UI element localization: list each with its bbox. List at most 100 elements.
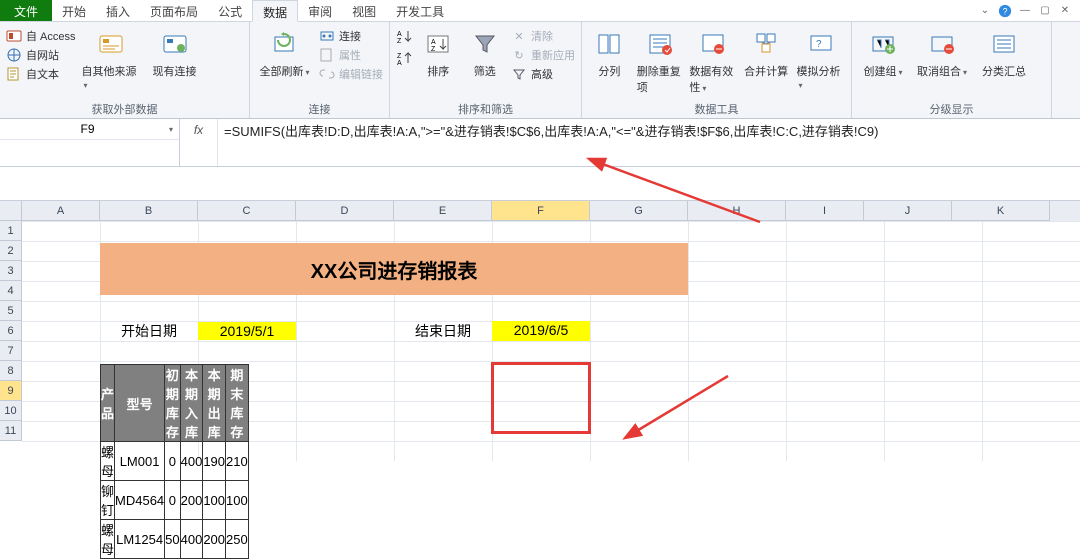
select-all-corner[interactable] (0, 201, 22, 221)
subtotal-button[interactable]: 分类汇总 (976, 25, 1032, 79)
table-cell[interactable]: 190 (203, 442, 226, 481)
filter-button[interactable]: 筛选 (465, 25, 506, 79)
table-row[interactable]: 铆钉MD45640200100100 (101, 481, 249, 520)
name-box[interactable]: F9▾ (0, 119, 179, 140)
table-cell[interactable]: 400 (180, 520, 203, 559)
table-cell[interactable]: 250 (226, 520, 249, 559)
formula-input[interactable]: =SUMIFS(出库表!D:D,出库表!A:A,">="&进存销表!$C$6,出… (218, 119, 1080, 166)
tab-file[interactable]: 文件 (0, 0, 52, 21)
ribbon-min-icon[interactable]: ⌄ (978, 4, 992, 18)
col-header-K[interactable]: K (952, 201, 1050, 221)
what-if-button[interactable]: ?模拟分析▾ (796, 25, 845, 91)
table-header: 型号 (115, 365, 165, 442)
table-cell[interactable]: 螺母 (101, 442, 115, 481)
row-header-5[interactable]: 5 (0, 301, 22, 321)
row-header-4[interactable]: 4 (0, 281, 22, 301)
tab-insert[interactable]: 插入 (96, 0, 140, 21)
tab-data[interactable]: 数据 (252, 0, 298, 22)
col-header-A[interactable]: A (22, 201, 100, 221)
edit-links-button: 编辑链接 (319, 66, 383, 82)
col-header-E[interactable]: E (394, 201, 492, 221)
help-icon[interactable]: ? (998, 4, 1012, 18)
svg-text:A: A (397, 31, 402, 38)
row-header-3[interactable]: 3 (0, 261, 22, 281)
table-header: 本期入库 (180, 365, 203, 442)
ungroup-button[interactable]: 取消组合▾ (914, 25, 970, 79)
row-header-2[interactable]: 2 (0, 241, 22, 261)
table-cell[interactable]: 100 (203, 481, 226, 520)
col-header-D[interactable]: D (296, 201, 394, 221)
end-date-value[interactable]: 2019/6/5 (492, 321, 590, 341)
text-to-columns-button[interactable]: 分列 (588, 25, 631, 79)
col-header-H[interactable]: H (688, 201, 786, 221)
row-header-8[interactable]: 8 (0, 361, 22, 381)
table-row[interactable]: 螺母LM125450400200250 (101, 520, 249, 559)
from-other-sources-button[interactable]: 自其他来源▾ (82, 25, 140, 91)
row-header-7[interactable]: 7 (0, 341, 22, 361)
clear-filter-button: ✕清除 (511, 28, 575, 44)
data-table[interactable]: 产品型号初期库存本期入库本期出库期末库存螺母LM0010400190210铆钉M… (100, 364, 249, 559)
table-cell[interactable]: 铆钉 (101, 481, 115, 520)
col-header-B[interactable]: B (100, 201, 198, 221)
table-cell[interactable]: MD4564 (115, 481, 165, 520)
tab-view[interactable]: 视图 (342, 0, 386, 21)
table-cell[interactable]: 100 (226, 481, 249, 520)
existing-connections-button[interactable]: 现有连接 (146, 25, 204, 79)
start-date-value[interactable]: 2019/5/1 (198, 322, 296, 340)
window-min-icon[interactable]: — (1018, 4, 1032, 18)
table-header: 本期出库 (203, 365, 226, 442)
row-headers[interactable]: 1234567891011 (0, 221, 22, 441)
table-cell[interactable]: LM001 (115, 442, 165, 481)
table-cell[interactable]: 400 (180, 442, 203, 481)
connections-button[interactable]: 连接 (319, 28, 383, 44)
row-header-9[interactable]: 9 (0, 381, 22, 401)
window-restore-icon[interactable]: ▢ (1038, 4, 1052, 18)
col-header-C[interactable]: C (198, 201, 296, 221)
svg-text:?: ? (1003, 6, 1008, 16)
advanced-filter-button[interactable]: 高级 (511, 66, 575, 82)
sort-desc-button[interactable]: ZA (396, 50, 412, 66)
col-header-J[interactable]: J (864, 201, 952, 221)
window-close-icon[interactable]: ✕ (1058, 4, 1072, 18)
table-cell[interactable]: 0 (165, 442, 180, 481)
from-text-button[interactable]: 自文本 (6, 66, 76, 82)
worksheet[interactable]: 1234567891011 ABCDEFGHIJK XX公司进存销报表 开始日期… (0, 201, 1080, 461)
formula-bar: F9▾ fx =SUMIFS(出库表!D:D,出库表!A:A,">="&进存销表… (0, 119, 1080, 167)
col-header-I[interactable]: I (786, 201, 864, 221)
col-header-F[interactable]: F (492, 201, 590, 221)
row-header-10[interactable]: 10 (0, 401, 22, 421)
table-cell[interactable]: 200 (203, 520, 226, 559)
group-label-sortfilter: 排序和筛选 (396, 99, 575, 117)
from-access-button[interactable]: 自 Access (6, 28, 76, 44)
tab-review[interactable]: 审阅 (298, 0, 342, 21)
group-button[interactable]: 创建组▾ (858, 25, 908, 79)
table-cell[interactable]: 50 (165, 520, 180, 559)
svg-text:A: A (431, 39, 436, 46)
fx-icon[interactable]: fx (180, 119, 218, 166)
column-headers[interactable]: ABCDEFGHIJK (22, 201, 1080, 221)
remove-duplicates-button[interactable]: 删除重复项 (637, 25, 684, 95)
tab-layout[interactable]: 页面布局 (140, 0, 208, 21)
row-header-11[interactable]: 11 (0, 421, 22, 441)
tab-dev[interactable]: 开发工具 (386, 0, 454, 21)
tab-home[interactable]: 开始 (52, 0, 96, 21)
sort-button[interactable]: AZ 排序 (418, 25, 459, 79)
table-row[interactable]: 螺母LM0010400190210 (101, 442, 249, 481)
from-web-button[interactable]: 自网站 (6, 47, 76, 63)
table-cell[interactable]: 螺母 (101, 520, 115, 559)
row-header-6[interactable]: 6 (0, 321, 22, 341)
consolidate-button[interactable]: 合并计算 (742, 25, 791, 79)
reapply-button: ↻重新应用 (511, 47, 575, 63)
table-cell[interactable]: 210 (226, 442, 249, 481)
refresh-all-button[interactable]: 全部刷新▾ (256, 25, 313, 79)
col-header-G[interactable]: G (590, 201, 688, 221)
table-header: 期末库存 (226, 365, 249, 442)
data-validation-button[interactable]: 数据有效性▾ (689, 25, 736, 95)
table-cell[interactable]: 200 (180, 481, 203, 520)
svg-text:?: ? (816, 39, 822, 50)
row-header-1[interactable]: 1 (0, 221, 22, 241)
table-cell[interactable]: 0 (165, 481, 180, 520)
table-cell[interactable]: LM1254 (115, 520, 165, 559)
sort-asc-button[interactable]: AZ (396, 28, 412, 44)
tab-formulas[interactable]: 公式 (208, 0, 252, 21)
